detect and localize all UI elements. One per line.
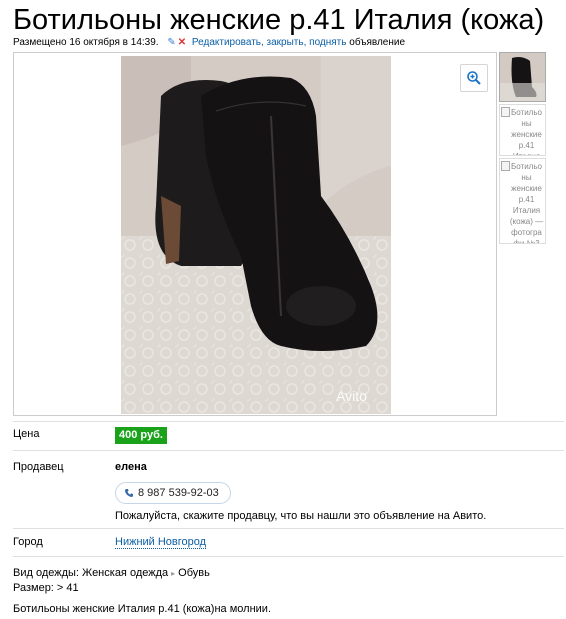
divider bbox=[13, 528, 564, 529]
arrow-right-icon: ▸ bbox=[171, 569, 176, 578]
svg-text:Avito: Avito bbox=[336, 388, 367, 404]
seller-name: елена bbox=[115, 461, 147, 473]
page-title: Ботильоны женские р.41 Италия (кожа) bbox=[13, 4, 545, 36]
thumbnail-3-alt: Ботильоны женские р.41 Италия (кожа) — ф… bbox=[500, 159, 545, 243]
category-sub: Обувь bbox=[178, 567, 210, 579]
zoom-plus-icon bbox=[467, 71, 481, 85]
shoes-photo-image: Avito bbox=[121, 56, 391, 414]
contact-hint: Пожалуйста, скажите продавцу, что вы наш… bbox=[115, 510, 487, 522]
phone-icon bbox=[124, 489, 133, 498]
show-phone-button[interactable]: 8 987 539-92-03 bbox=[115, 482, 231, 504]
category-label: Вид одежды: bbox=[13, 567, 79, 579]
zoom-button[interactable] bbox=[460, 64, 488, 92]
pencil-icon: ✎ bbox=[167, 37, 176, 48]
thumbnail-image bbox=[500, 53, 545, 101]
size-line: Размер: > 41 bbox=[13, 582, 79, 594]
divider bbox=[13, 450, 564, 451]
broken-image-icon bbox=[501, 161, 510, 171]
thumbnail-2-alt: Ботильоны женские р.41 Италия bbox=[500, 105, 545, 155]
close-icon: ✕ bbox=[177, 37, 187, 48]
thumbnail-2[interactable]: Ботильоны женские р.41 Италия bbox=[499, 104, 546, 156]
thumbnail-1[interactable] bbox=[499, 52, 546, 102]
city-link[interactable]: Нижний Новгород bbox=[115, 536, 207, 549]
edit-suffix: объявление bbox=[349, 37, 406, 48]
price-label: Цена bbox=[13, 428, 40, 440]
item-params: Вид одежды: Женская одежда ▸ Обувь Размер:… bbox=[13, 566, 210, 596]
main-photo-frame: Avito bbox=[13, 52, 497, 416]
city-label: Город bbox=[13, 536, 43, 548]
seller-label: Продавец bbox=[13, 461, 64, 473]
posted-date: Размещено 16 октября в 14:39. bbox=[13, 37, 159, 48]
phone-number: 8 987 539-92-03 bbox=[138, 487, 219, 499]
main-photo[interactable]: Avito bbox=[121, 56, 391, 414]
category-value: Женская одежда bbox=[82, 567, 169, 579]
divider bbox=[13, 556, 564, 557]
price-badge: 400 руб. bbox=[115, 427, 167, 444]
edit-listing-link[interactable]: Редактировать, закрыть, поднять bbox=[192, 37, 347, 48]
broken-image-icon bbox=[501, 107, 510, 117]
category-line: Вид одежды: Женская одежда ▸ Обувь bbox=[13, 566, 210, 581]
listing-meta: Размещено 16 октября в 14:39. ✎ ✕ Редакти… bbox=[13, 36, 405, 50]
listing-description: Ботильоны женские Италия р.41 (кожа)на м… bbox=[13, 603, 272, 615]
divider bbox=[13, 421, 564, 422]
thumbnail-3[interactable]: Ботильоны женские р.41 Италия (кожа) — ф… bbox=[499, 158, 546, 244]
